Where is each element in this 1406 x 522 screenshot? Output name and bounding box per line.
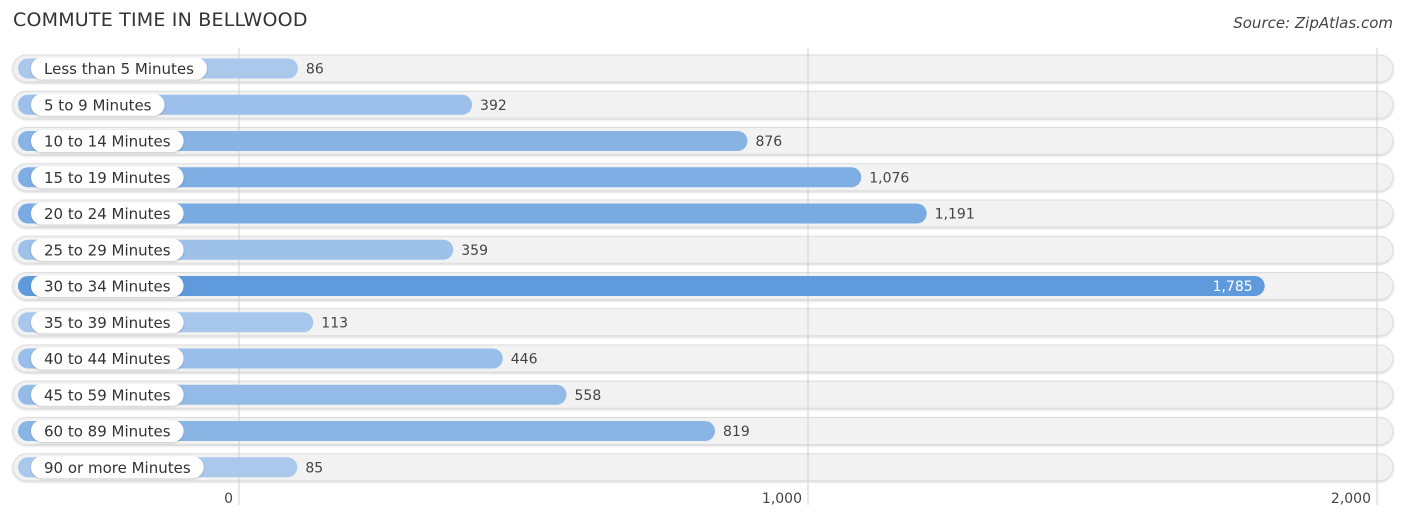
- value-label: 392: [480, 98, 507, 114]
- category-label: 5 to 9 Minutes: [44, 96, 152, 114]
- category-label: 45 to 59 Minutes: [44, 386, 171, 404]
- bar-row: 25 to 29 Minutes 359: [18, 238, 488, 261]
- bar: [18, 276, 1265, 296]
- bar-row: 5 to 9 Minutes 392: [18, 93, 507, 116]
- category-label: 35 to 39 Minutes: [44, 314, 171, 332]
- value-label: 85: [305, 460, 323, 476]
- value-label: 1,076: [869, 170, 909, 186]
- x-tick-label: 2,000: [1331, 491, 1371, 507]
- value-label: 86: [306, 62, 324, 78]
- bar-row: 15 to 19 Minutes 1,076: [18, 166, 909, 189]
- value-label: 1,191: [935, 207, 975, 223]
- category-label: 40 to 44 Minutes: [44, 350, 171, 368]
- value-label: 1,785: [1213, 279, 1253, 295]
- category-label: 30 to 34 Minutes: [44, 278, 171, 296]
- value-label: 359: [461, 243, 488, 259]
- x-tick-label: 0: [224, 491, 233, 507]
- bar-row: Less than 5 Minutes 86: [18, 57, 324, 80]
- bar-row: 60 to 89 Minutes 819: [18, 420, 750, 442]
- value-label: 113: [321, 315, 348, 331]
- bar-row: 35 to 39 Minutes 113: [18, 311, 348, 334]
- bar-row: 30 to 34 Minutes 1,785: [18, 275, 1265, 297]
- x-tick-label: 1,000: [762, 491, 802, 507]
- value-label: 446: [511, 352, 538, 368]
- category-label: 10 to 14 Minutes: [44, 133, 171, 151]
- category-label: 60 to 89 Minutes: [44, 423, 171, 441]
- category-label: 20 to 24 Minutes: [44, 205, 171, 223]
- category-label: 25 to 29 Minutes: [44, 241, 171, 259]
- category-label: 90 or more Minutes: [44, 459, 191, 477]
- value-label: 819: [723, 424, 750, 440]
- category-label: 15 to 19 Minutes: [44, 169, 171, 187]
- bar-row: 10 to 14 Minutes 876: [18, 130, 782, 152]
- bar-chart: Less than 5 Minutes 86 5 to 9 Minutes 392 10…: [12, 48, 1394, 507]
- bar-row: 90 or more Minutes 85: [18, 456, 323, 479]
- bar-row: 40 to 44 Minutes 446: [18, 347, 538, 370]
- category-label: Less than 5 Minutes: [44, 60, 194, 78]
- bar-row: 20 to 24 Minutes 1,191: [18, 202, 975, 225]
- value-label: 558: [575, 388, 602, 404]
- value-label: 876: [755, 134, 782, 150]
- bar-row: 45 to 59 Minutes 558: [18, 383, 602, 406]
